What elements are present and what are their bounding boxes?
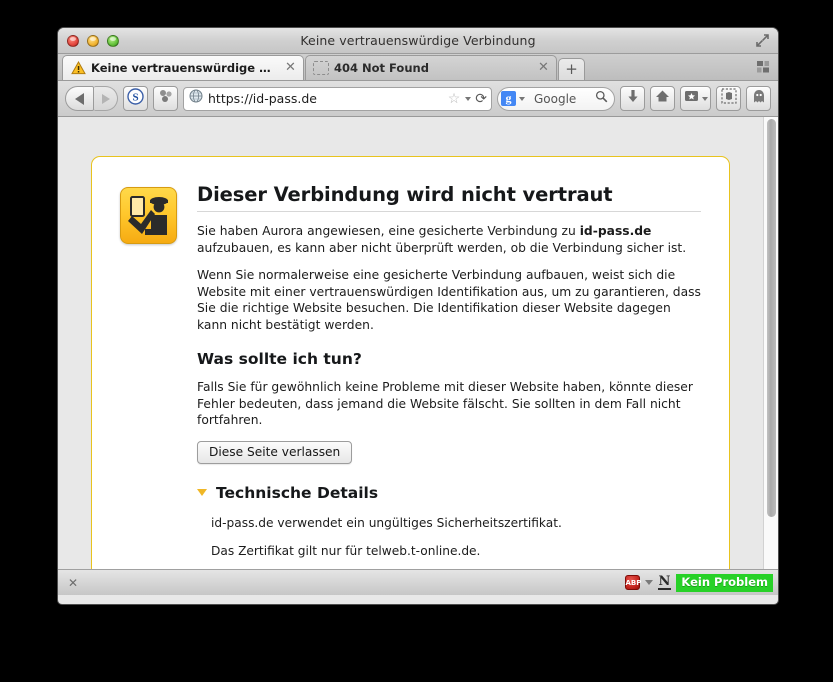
panel-header: Dieser Verbindung wird nicht vertraut Si… [120, 183, 701, 256]
detail-line-certificate: id-pass.de verwendet ein ungültiges Sich… [211, 516, 701, 530]
tab-strip: Keine vertrauenswürdige Verbi... ✕ 404 N… [58, 54, 778, 81]
intro-text-part1: Sie haben Aurora angewiesen, eine gesich… [197, 224, 580, 238]
ghostery-ghost-icon [752, 89, 766, 109]
reload-icon[interactable]: ⟳ [475, 91, 487, 107]
download-arrow-icon [626, 89, 640, 109]
technical-details-content: id-pass.de verwendet ein ungültiges Sich… [197, 516, 701, 570]
url-bar[interactable]: https://id-pass.de ☆ ⟳ [183, 87, 492, 111]
browser-window: Keine vertrauenswürdige Verbindung [57, 27, 779, 605]
expand-icon[interactable] [755, 33, 770, 48]
chevron-down-icon[interactable] [702, 97, 708, 101]
tab-list-icon[interactable] [755, 59, 771, 75]
magnifier-icon[interactable] [595, 90, 608, 108]
tab-untrusted-connection[interactable]: Keine vertrauenswürdige Verbi... ✕ [62, 55, 304, 80]
untrusted-certificate-icon [120, 187, 177, 244]
panel-header-text: Dieser Verbindung wird nicht vertraut Si… [197, 183, 701, 256]
tab-label: Keine vertrauenswürdige Verbi... [91, 61, 278, 75]
domain-name: id-pass.de [580, 224, 652, 238]
intro-text-part2: aufzubauen, es kann aber nicht überprüft… [197, 241, 686, 255]
technical-details-label: Technische Details [216, 484, 378, 502]
close-window-button[interactable] [67, 35, 79, 47]
chevron-down-icon[interactable] [465, 97, 471, 101]
status-badge[interactable]: Kein Problem [676, 574, 773, 592]
back-button[interactable] [65, 86, 94, 111]
untrusted-connection-panel: Dieser Verbindung wird nicht vertraut Si… [91, 156, 730, 569]
what-to-do-paragraph: Falls Sie für gewöhnlich keine Probleme … [197, 379, 701, 429]
what-to-do-heading: Was sollte ich tun? [197, 350, 701, 368]
search-bar[interactable]: g Google [497, 87, 615, 111]
search-input[interactable]: Google [534, 92, 595, 106]
home-button[interactable] [650, 86, 675, 111]
explanation-paragraph: Wenn Sie normalerweise eine gesicherte V… [197, 267, 701, 333]
home-icon [655, 89, 670, 108]
skype-button[interactable]: S [123, 86, 148, 111]
skype-icon: S [127, 88, 144, 110]
navigation-toolbar: S [58, 81, 778, 117]
svg-text:S: S [132, 91, 138, 103]
close-tab-button[interactable]: ✕ [537, 62, 550, 75]
chevron-down-icon[interactable] [645, 580, 653, 585]
tab-404-not-found[interactable]: 404 Not Found ✕ [305, 55, 557, 80]
close-tab-button[interactable]: ✕ [284, 62, 297, 75]
forward-button[interactable] [94, 86, 118, 111]
page-content: Dieser Verbindung wird nicht vertraut Si… [58, 117, 778, 569]
downloads-button[interactable] [620, 86, 645, 111]
status-bar: ✕ ABP N Kein Problem [58, 569, 778, 595]
molecule-icon [158, 88, 174, 109]
web-clipper-button[interactable] [716, 86, 741, 111]
page-title: Dieser Verbindung wird nicht vertraut [197, 183, 701, 212]
chevron-down-icon[interactable] [519, 97, 525, 101]
star-icon[interactable]: ☆ [448, 90, 461, 107]
leave-page-button[interactable]: Diese Seite verlassen [197, 441, 352, 464]
bookmarks-menu-button[interactable] [680, 86, 711, 111]
adblock-plus-icon[interactable]: ABP [625, 575, 640, 590]
technical-details-toggle[interactable]: Technische Details [197, 484, 701, 502]
zoom-window-button[interactable] [107, 35, 119, 47]
noscript-icon[interactable]: N [658, 576, 672, 590]
scrollbar-thumb[interactable] [767, 119, 776, 517]
warning-triangle-icon [70, 60, 86, 76]
back-arrow-icon [75, 93, 84, 105]
window-controls [67, 35, 119, 47]
nav-buttons-group [65, 86, 118, 111]
minimize-window-button[interactable] [87, 35, 99, 47]
evernote-clipper-icon [721, 88, 737, 109]
forward-arrow-icon [102, 94, 110, 104]
bookmarks-star-icon [684, 89, 699, 108]
status-bar-icons: ABP N Kein Problem [625, 574, 774, 592]
extension-button[interactable] [153, 86, 178, 111]
window-title: Keine vertrauenswürdige Verbindung [58, 33, 778, 48]
google-badge-icon[interactable]: g [501, 91, 516, 106]
error-page: Dieser Verbindung wird nicht vertraut Si… [58, 117, 778, 569]
triangle-down-icon [197, 489, 207, 496]
url-text[interactable]: https://id-pass.de [208, 91, 448, 106]
tab-label: 404 Not Found [334, 61, 429, 75]
title-bar: Keine vertrauenswürdige Verbindung [58, 28, 778, 54]
new-tab-button[interactable]: + [558, 58, 585, 80]
close-findbar-icon[interactable]: ✕ [68, 576, 78, 590]
vertical-scrollbar[interactable] [763, 117, 778, 569]
intro-paragraph: Sie haben Aurora angewiesen, eine gesich… [197, 223, 701, 256]
ghostery-button[interactable] [746, 86, 771, 111]
blank-favicon [313, 61, 329, 75]
panel-body: Wenn Sie normalerweise eine gesicherte V… [197, 267, 701, 569]
screenshot-root: Keine vertrauenswürdige Verbindung [0, 0, 833, 682]
globe-icon [189, 89, 203, 108]
detail-line-valid-for: Das Zertifikat gilt nur für telweb.t-onl… [211, 544, 701, 558]
